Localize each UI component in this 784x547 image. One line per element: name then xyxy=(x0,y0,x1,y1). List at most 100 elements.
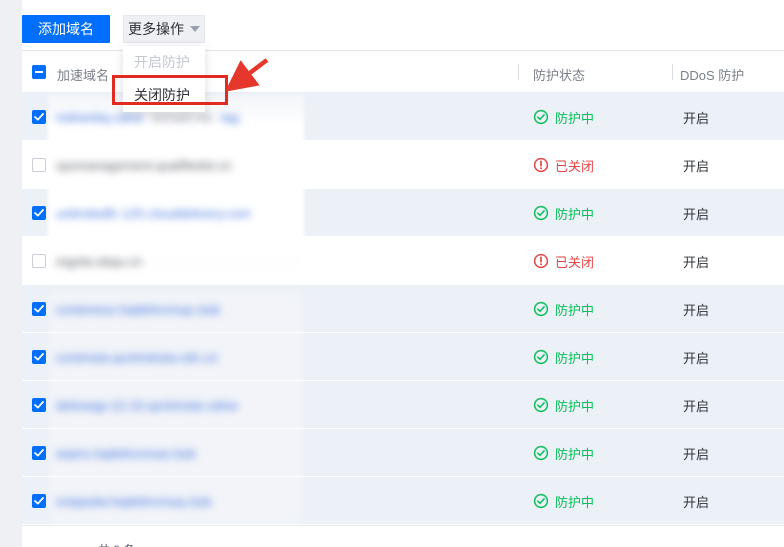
row-checkbox[interactable] xyxy=(32,398,46,412)
status-cell: 防护中 xyxy=(533,429,594,477)
status-label: 防护中 xyxy=(555,110,595,126)
status-label: 防护中 xyxy=(555,350,595,366)
status-badge: 已关闭 xyxy=(533,252,594,271)
status-badge: 防护中 xyxy=(533,108,594,127)
column-header-domain: 加速域名 xyxy=(57,68,110,83)
ddos-cell: 开启 xyxy=(683,446,710,462)
table-row: contoneso.hqdelivcmup.club 防护中 开启 xyxy=(22,285,784,333)
status-badge: 防护中 xyxy=(533,348,594,367)
table-row: mstpedw.hqdelivcmuq.club 防护中 开启 xyxy=(22,477,784,525)
status-label: 防护中 xyxy=(555,446,595,462)
status-badge: 防护中 xyxy=(533,396,594,415)
domain-text-redacted[interactable]: delivwqp-12-10.qzxhmste.cdnw xyxy=(56,398,237,413)
menu-item-disable-protection[interactable]: 关闭防护 xyxy=(123,79,205,112)
row-checkbox[interactable] xyxy=(32,254,46,268)
exclamation-circle-icon xyxy=(533,157,549,173)
domain-text-redacted[interactable]: tag xyxy=(221,110,239,125)
more-actions-menu: 开启防护 关闭防护 xyxy=(123,46,205,112)
check-circle-icon xyxy=(533,349,549,365)
domain-text-redacted[interactable]: unlimitedfc-125.clouddelivery.com xyxy=(56,206,251,221)
check-icon xyxy=(34,449,44,457)
domain-text-redacted[interactable]: contmsta.qzxhmkstw.cdn.cn xyxy=(56,350,218,365)
check-circle-icon xyxy=(533,397,549,413)
check-icon xyxy=(34,353,44,361)
status-cell: 防护中 xyxy=(533,93,594,141)
table-footer: 共 9 条 xyxy=(22,525,784,547)
add-domain-button[interactable]: 添加域名 xyxy=(22,15,110,43)
exclamation-circle-icon xyxy=(533,253,549,269)
ddos-cell: 开启 xyxy=(683,494,710,510)
domain-text-redacted: spsmanagement.qualifiedst.cn xyxy=(56,157,232,173)
status-badge: 已关闭 xyxy=(533,156,594,175)
status-cell: 防护中 xyxy=(533,333,594,381)
ddos-cell: 开启 xyxy=(683,254,710,270)
check-icon xyxy=(34,497,44,505)
menu-item-enable-protection: 开启防护 xyxy=(134,54,190,70)
check-icon xyxy=(34,401,44,409)
total-count-label: 共 9 条 xyxy=(98,541,135,547)
status-badge: 防护中 xyxy=(533,204,594,223)
status-label: 已关闭 xyxy=(555,254,595,270)
status-cell: 已关闭 xyxy=(533,141,594,189)
row-checkbox[interactable] xyxy=(32,110,46,124)
indeterminate-icon xyxy=(35,71,43,73)
domain-cell: contoneso.hqdelivcmup.club xyxy=(56,285,220,333)
column-divider xyxy=(518,64,519,80)
table-row: wqmx.hqdelivcmuw.club 防护中 开启 xyxy=(22,429,784,477)
table-row: contmsta.qzxhmkstw.cdn.cn 防护中 开启 xyxy=(22,333,784,381)
domain-cell: wqmx.hqdelivcmuw.club xyxy=(56,429,195,477)
column-header-ddos: DDoS 防护 xyxy=(680,68,745,83)
ddos-cell: 开启 xyxy=(683,206,710,222)
check-icon xyxy=(34,305,44,313)
check-circle-icon xyxy=(533,493,549,509)
ddos-cell: 开启 xyxy=(683,302,710,318)
status-badge: 防护中 xyxy=(533,300,594,319)
table-row: spsmanagement.qualifiedst.cn 已关闭 开启 xyxy=(22,141,784,189)
status-cell: 防护中 xyxy=(533,381,594,429)
row-checkbox[interactable] xyxy=(32,494,46,508)
more-actions-label: 更多操作 xyxy=(128,21,184,37)
check-circle-icon xyxy=(533,445,549,461)
column-divider xyxy=(672,64,673,80)
status-label: 防护中 xyxy=(555,206,595,222)
check-circle-icon xyxy=(533,205,549,221)
ddos-cell: 开启 xyxy=(683,350,710,366)
row-checkbox[interactable] xyxy=(32,158,46,172)
chevron-down-icon xyxy=(190,26,200,32)
status-cell: 防护中 xyxy=(533,189,594,237)
domain-cell: unlimitedfc-125.clouddelivery.com xyxy=(56,189,251,237)
select-all-checkbox[interactable] xyxy=(32,65,46,79)
row-checkbox[interactable] xyxy=(32,350,46,364)
ddos-cell: 开启 xyxy=(683,158,710,174)
domain-cell: delivwqp-12-10.qzxhmste.cdnw xyxy=(56,381,237,429)
status-label: 已关闭 xyxy=(555,158,595,174)
status-cell: 防护中 xyxy=(533,477,594,525)
table-row: delivwqp-12-10.qzxhmste.cdnw 防护中 开启 xyxy=(22,381,784,429)
row-checkbox[interactable] xyxy=(32,446,46,460)
domain-text-redacted[interactable]: wqmx.hqdelivcmuw.club xyxy=(56,446,195,461)
status-label: 防护中 xyxy=(555,494,595,510)
check-circle-icon xyxy=(533,301,549,317)
table-row: mgztw.xbqu.cn 已关闭 开启 xyxy=(22,237,784,285)
content-card: 添加域名 更多操作 开启防护 关闭防护 加速域名 防护状态 DDoS 防护 md… xyxy=(22,0,784,547)
status-label: 防护中 xyxy=(555,398,595,414)
ddos-cell: 开启 xyxy=(683,398,710,414)
more-actions-button[interactable]: 更多操作 xyxy=(123,15,205,43)
status-cell: 已关闭 xyxy=(533,237,594,285)
domain-text-redacted[interactable]: contoneso.hqdelivcmup.club xyxy=(56,302,220,317)
column-header-status: 防护状态 xyxy=(533,68,586,83)
check-icon xyxy=(34,209,44,217)
row-checkbox[interactable] xyxy=(32,206,46,220)
check-icon xyxy=(34,113,44,121)
domain-text-redacted[interactable]: mstpedw.hqdelivcmuq.club xyxy=(56,494,211,509)
table-row: unlimitedfc-125.clouddelivery.com 防护中 开启 xyxy=(22,189,784,237)
status-cell: 防护中 xyxy=(533,285,594,333)
domain-cell: spsmanagement.qualifiedst.cn xyxy=(56,141,232,189)
status-label: 防护中 xyxy=(555,302,595,318)
domain-text-redacted: mgztw.xbqu.cn xyxy=(56,253,142,269)
domain-cell: mgztw.xbqu.cn xyxy=(56,237,142,285)
row-checkbox[interactable] xyxy=(32,302,46,316)
status-badge: 防护中 xyxy=(533,444,594,463)
status-badge: 防护中 xyxy=(533,492,594,511)
check-circle-icon xyxy=(533,109,549,125)
